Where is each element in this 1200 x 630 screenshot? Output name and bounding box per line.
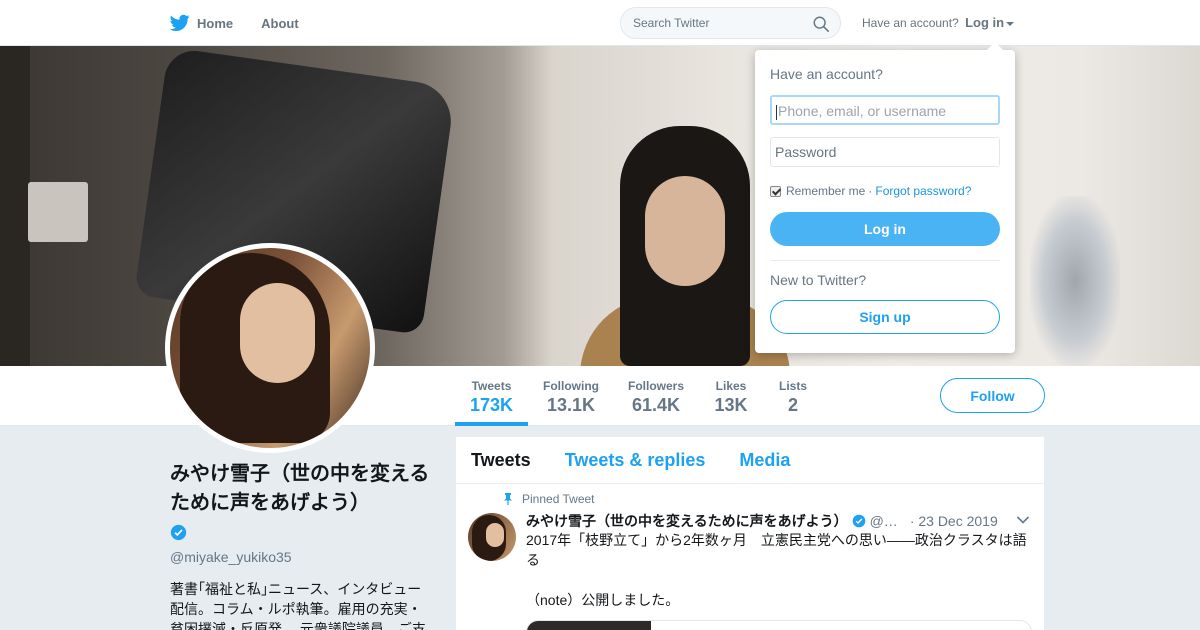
stat-value: 61.4K: [631, 395, 681, 415]
timeline-tabs: Tweets Tweets & replies Media: [456, 437, 1044, 484]
top-nav: Home About Search Twitter Have an accoun…: [0, 0, 1200, 46]
pinned-label: Pinned Tweet: [522, 492, 595, 506]
remember-label[interactable]: Remember me: [786, 184, 865, 198]
profile-handle[interactable]: @miyake_yukiko35: [170, 549, 435, 565]
stat-value: 173K: [469, 395, 514, 415]
pin-icon: [504, 493, 512, 505]
stat-tweets[interactable]: Tweets 173K: [455, 366, 528, 426]
profile-bio: 著書｢福祉と私｣ニュース、インタビュー配信。コラム・ルポ執筆。雇用の充実・貧困撲…: [170, 581, 426, 630]
signup-button[interactable]: Sign up: [770, 300, 1000, 334]
search-placeholder: Search Twitter: [633, 16, 710, 30]
search-input[interactable]: Search Twitter: [620, 7, 841, 39]
stat-value: 2: [787, 395, 798, 415]
banner-person-face: [645, 176, 725, 286]
tweet-media-thumbnail: [527, 621, 651, 630]
new-to-twitter-text: New to Twitter?: [770, 272, 867, 288]
avatar-photo: [170, 248, 370, 448]
twitter-bird-icon[interactable]: [170, 14, 190, 32]
have-account-text: Have an account?: [862, 16, 959, 30]
profile-avatar[interactable]: [165, 243, 375, 453]
password-placeholder: Password: [775, 144, 837, 160]
login-dropdown: Have an account? Phone, email, or userna…: [755, 42, 1015, 353]
banner-statue: [1030, 196, 1120, 366]
nav-login-toggle[interactable]: Log in: [965, 15, 1015, 30]
stat-value: 13.1K: [546, 395, 596, 415]
stat-label: Tweets: [471, 379, 512, 393]
chevron-down-icon[interactable]: [1016, 515, 1030, 525]
remember-row: Remember me · Forgot password?: [770, 184, 971, 198]
tweet-header: みやけ雪子（世の中を変えるために声をあげよう） @… · 23 Dec 2019: [526, 511, 1036, 531]
separator-dot: ·: [868, 184, 873, 198]
login-dropdown-title: Have an account?: [770, 66, 883, 82]
nav-home-link[interactable]: Home: [197, 16, 233, 31]
text-cursor: [776, 104, 777, 120]
tweet-text-line2: （note）公開しました。: [526, 592, 680, 608]
nav-login-label[interactable]: Log in: [965, 15, 1004, 30]
tweet-author-name[interactable]: みやけ雪子（世の中を変えるために声をあげよう）: [526, 511, 848, 531]
pinned-indicator: Pinned Tweet: [502, 492, 595, 506]
username-field[interactable]: Phone, email, or username: [770, 95, 1000, 125]
tweet-media-card[interactable]: [526, 620, 1032, 630]
tweet-text-line1: 2017年「枝野立て」から2年数ヶ月 立憲民主党への思い――政治クラスタは語る: [526, 532, 1027, 568]
stat-followers[interactable]: Followers 61.4K: [625, 366, 687, 426]
profile-name: みやけ雪子（世の中を変えるために声をあげよう）: [170, 463, 430, 514]
tweet-avatar-face: [486, 523, 504, 547]
tweet-author-handle[interactable]: @…: [870, 513, 898, 529]
banner-person: [580, 126, 790, 366]
stat-following[interactable]: Following 13.1K: [540, 366, 602, 426]
tab-media[interactable]: Media: [739, 450, 790, 471]
caret-down-icon[interactable]: [1006, 21, 1015, 26]
nav-about-link[interactable]: About: [261, 16, 299, 31]
tab-tweets-and-replies[interactable]: Tweets & replies: [565, 450, 706, 471]
stat-value: 13K: [714, 395, 748, 415]
banner-wall-box: [28, 182, 88, 242]
stat-label: Lists: [778, 379, 807, 393]
avatar-face: [240, 283, 315, 383]
login-button[interactable]: Log in: [770, 212, 1000, 246]
password-field[interactable]: Password: [770, 137, 1000, 167]
banner-shelf: [0, 46, 30, 366]
stat-label: Following: [543, 379, 599, 393]
username-placeholder: Phone, email, or username: [778, 103, 947, 119]
follow-button[interactable]: Follow: [940, 378, 1045, 413]
timeline: Tweets Tweets & replies Media Pinned Twe…: [456, 437, 1044, 630]
stat-likes[interactable]: Likes 13K: [710, 366, 752, 426]
stat-label: Followers: [627, 379, 684, 393]
remember-checkbox[interactable]: [770, 185, 781, 197]
nav-left: Home About: [170, 0, 327, 46]
forgot-password-link[interactable]: Forgot password?: [875, 184, 971, 198]
search-icon[interactable]: [812, 15, 830, 33]
profile-card: みやけ雪子（世の中を変えるために声をあげよう） @miyake_yukiko35…: [170, 460, 435, 630]
tab-tweets[interactable]: Tweets: [471, 450, 531, 471]
stat-lists[interactable]: Lists 2: [775, 366, 811, 426]
account-area: Have an account? Log in: [862, 15, 1015, 30]
dropdown-divider: [770, 260, 1000, 261]
stat-label: Likes: [715, 379, 747, 393]
tweet-date[interactable]: · 23 Dec 2019: [910, 513, 998, 529]
verified-badge-icon: [852, 514, 865, 528]
verified-badge-icon: [170, 524, 187, 541]
tweet-avatar[interactable]: [468, 513, 516, 561]
tweet-text: 2017年「枝野立て」から2年数ヶ月 立憲民主党への思い――政治クラスタは語る …: [526, 530, 1031, 610]
